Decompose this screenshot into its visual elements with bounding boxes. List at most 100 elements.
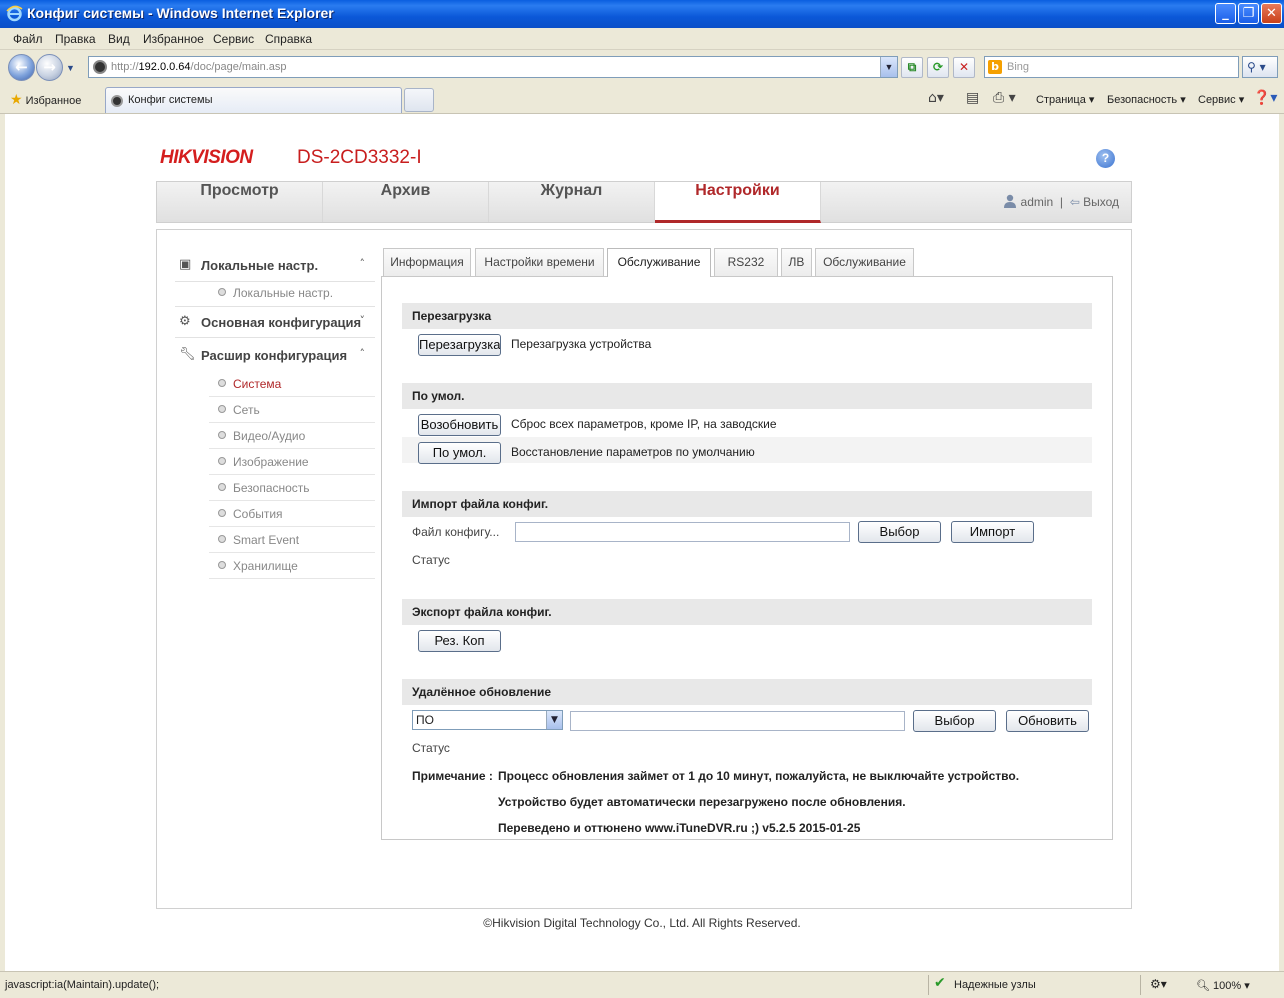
bullet-icon: [218, 535, 226, 543]
feeds-icon[interactable]: ▤: [966, 90, 979, 106]
search-button[interactable]: ⚲ ▾: [1242, 56, 1278, 78]
note-line-2: Устройство будет автоматически перезагру…: [498, 795, 906, 809]
sidebar-advanced-config[interactable]: 🔧︎ Расшир конфигурация ˄: [175, 340, 375, 372]
menu-view[interactable]: Вид: [108, 32, 130, 46]
sidebar-item-smart-event[interactable]: Smart Event: [209, 527, 375, 553]
logout-link[interactable]: ⇦ Выход: [1070, 195, 1119, 209]
ie-logo-icon: [6, 5, 23, 22]
address-bar[interactable]: http://192.0.0.64/doc/page/main.asp ▼: [88, 56, 898, 78]
address-dropdown[interactable]: ▼: [880, 57, 897, 77]
tab-maintenance[interactable]: Обслуживание: [607, 248, 711, 277]
window-title: Конфиг системы - Windows Internet Explor…: [27, 5, 334, 21]
zoom-icon: 🔍︎: [1196, 979, 1210, 992]
config-file-input[interactable]: [515, 522, 850, 542]
compat-view-icon[interactable]: ⧉: [901, 57, 923, 78]
page-menu[interactable]: Страница ▾: [1036, 93, 1094, 106]
tab-maintenance-2[interactable]: Обслуживание: [815, 248, 914, 276]
sidebar-item-events[interactable]: События: [209, 501, 375, 527]
sidebar-item-storage[interactable]: Хранилище: [209, 553, 375, 579]
menu-file[interactable]: Файл: [13, 32, 43, 46]
forward-button[interactable]: →: [36, 54, 63, 81]
security-zone: ✔ Надежные узлы: [934, 975, 1036, 991]
menu-edit[interactable]: Правка: [55, 32, 96, 46]
monitor-icon: ▣: [179, 257, 192, 272]
chevron-down-icon: ▼: [546, 711, 562, 729]
reboot-description: Перезагрузка устройства: [511, 337, 652, 351]
default-button[interactable]: По умол.: [418, 442, 501, 464]
hikvision-logo: HIKVISION: [160, 147, 253, 168]
gear-icon: ⚙: [179, 314, 191, 329]
backup-button[interactable]: Рез. Коп: [418, 630, 501, 652]
stop-icon[interactable]: ✕: [953, 57, 975, 78]
import-browse-button[interactable]: Выбор: [858, 521, 941, 543]
favorites-button[interactable]: ★ Избранное: [10, 91, 81, 108]
tab-lv[interactable]: ЛВ: [781, 248, 812, 276]
bullet-icon: [218, 379, 226, 387]
tab-time-settings[interactable]: Настройки времени: [475, 248, 604, 276]
config-file-label: Файл конфигу...: [412, 525, 500, 539]
tab-site-icon: [111, 95, 123, 107]
upgrade-browse-button[interactable]: Выбор: [913, 710, 996, 732]
sidebar-item-security[interactable]: Безопасность: [209, 475, 375, 501]
print-icon[interactable]: ⎙ ▾: [993, 90, 1016, 106]
upgrade-section-title: Удалённое обновление: [402, 679, 1092, 705]
upgrade-button[interactable]: Обновить: [1006, 710, 1089, 732]
note-line-1: Процесс обновления займет от 1 до 10 мин…: [498, 769, 1020, 783]
address-url: http://192.0.0.64/doc/page/main.asp: [111, 61, 287, 73]
restore-button[interactable]: Возобновить: [418, 414, 501, 436]
bullet-icon: [218, 483, 226, 491]
search-placeholder: Bing: [1007, 61, 1030, 73]
sidebar-item-video-audio[interactable]: Видео/Аудио: [209, 423, 375, 449]
menu-tools[interactable]: Сервис: [213, 32, 254, 46]
search-box[interactable]: b Bing: [984, 56, 1239, 78]
sidebar-item-image[interactable]: Изображение: [209, 449, 375, 475]
import-button[interactable]: Импорт: [951, 521, 1034, 543]
reboot-button[interactable]: Перезагрузка: [418, 334, 501, 356]
sidebar-item-local-config[interactable]: Локальные настр.: [209, 280, 375, 306]
settings-panel: Информация Настройки времени Обслуживани…: [381, 248, 1113, 840]
back-button[interactable]: ←: [8, 54, 35, 81]
maximize-button[interactable]: ❐: [1238, 3, 1259, 24]
protected-mode-icon[interactable]: ⚙▾: [1150, 977, 1167, 991]
close-button[interactable]: ✕: [1261, 3, 1282, 24]
nav-playback[interactable]: Архив: [323, 182, 489, 222]
upgrade-type-select[interactable]: ПО ▼: [412, 710, 563, 730]
upgrade-status-label: Статус: [412, 741, 450, 755]
help-menu-icon[interactable]: ❓▾: [1253, 90, 1277, 106]
menu-help[interactable]: Справка: [265, 32, 312, 46]
default-description: Восстановление параметров по умолчанию: [511, 445, 755, 459]
import-status-label: Статус: [412, 553, 450, 567]
menu-favorites[interactable]: Избранное: [143, 32, 204, 46]
collapse-icon: ˄: [359, 257, 366, 270]
nav-log[interactable]: Журнал: [489, 182, 655, 222]
sidebar-local-config[interactable]: ▣ Локальные настр. ˄: [175, 250, 375, 282]
favorites-bar: ★ Избранное Конфиг системы ⌂▾ ▤ ⎙ ▾ Стра…: [0, 86, 1284, 114]
recent-pages-dropdown[interactable]: ▼: [66, 63, 75, 73]
home-icon[interactable]: ⌂▾: [928, 90, 944, 106]
tools-menu[interactable]: Сервис ▾: [1198, 93, 1244, 106]
address-toolbar: ← → ▼ http://192.0.0.64/doc/page/main.as…: [0, 50, 1284, 86]
logout-icon: ⇦: [1069, 195, 1080, 209]
collapse-icon: ˄: [359, 347, 366, 360]
new-tab-button[interactable]: [404, 88, 434, 112]
sidebar-item-system[interactable]: Система: [209, 371, 375, 397]
upgrade-file-input[interactable]: [570, 711, 905, 731]
tab-info[interactable]: Информация: [383, 248, 471, 276]
tab-rs232[interactable]: RS232: [714, 248, 778, 276]
browser-tab[interactable]: Конфиг системы: [105, 87, 402, 113]
bing-icon: b: [988, 60, 1002, 74]
sidebar-item-network[interactable]: Сеть: [209, 397, 375, 423]
bullet-icon: [218, 561, 226, 569]
check-icon: ✔: [934, 975, 946, 991]
help-icon[interactable]: ?: [1096, 149, 1115, 168]
sidebar-basic-config[interactable]: ⚙ Основная конфигурация ˅: [175, 306, 375, 338]
nav-live-view[interactable]: Просмотр: [157, 182, 323, 222]
user-area: admin | ⇦ Выход: [1003, 194, 1119, 209]
star-icon: ★: [10, 91, 23, 107]
nav-configuration[interactable]: Настройки: [655, 182, 821, 223]
zoom-control[interactable]: 🔍︎ 100% ▾: [1196, 979, 1250, 992]
main-navigation: Просмотр Архив Журнал Настройки admin | …: [156, 181, 1132, 223]
refresh-icon[interactable]: ⟳: [927, 57, 949, 78]
security-menu[interactable]: Безопасность ▾: [1107, 93, 1186, 106]
minimize-button[interactable]: _: [1215, 3, 1236, 24]
